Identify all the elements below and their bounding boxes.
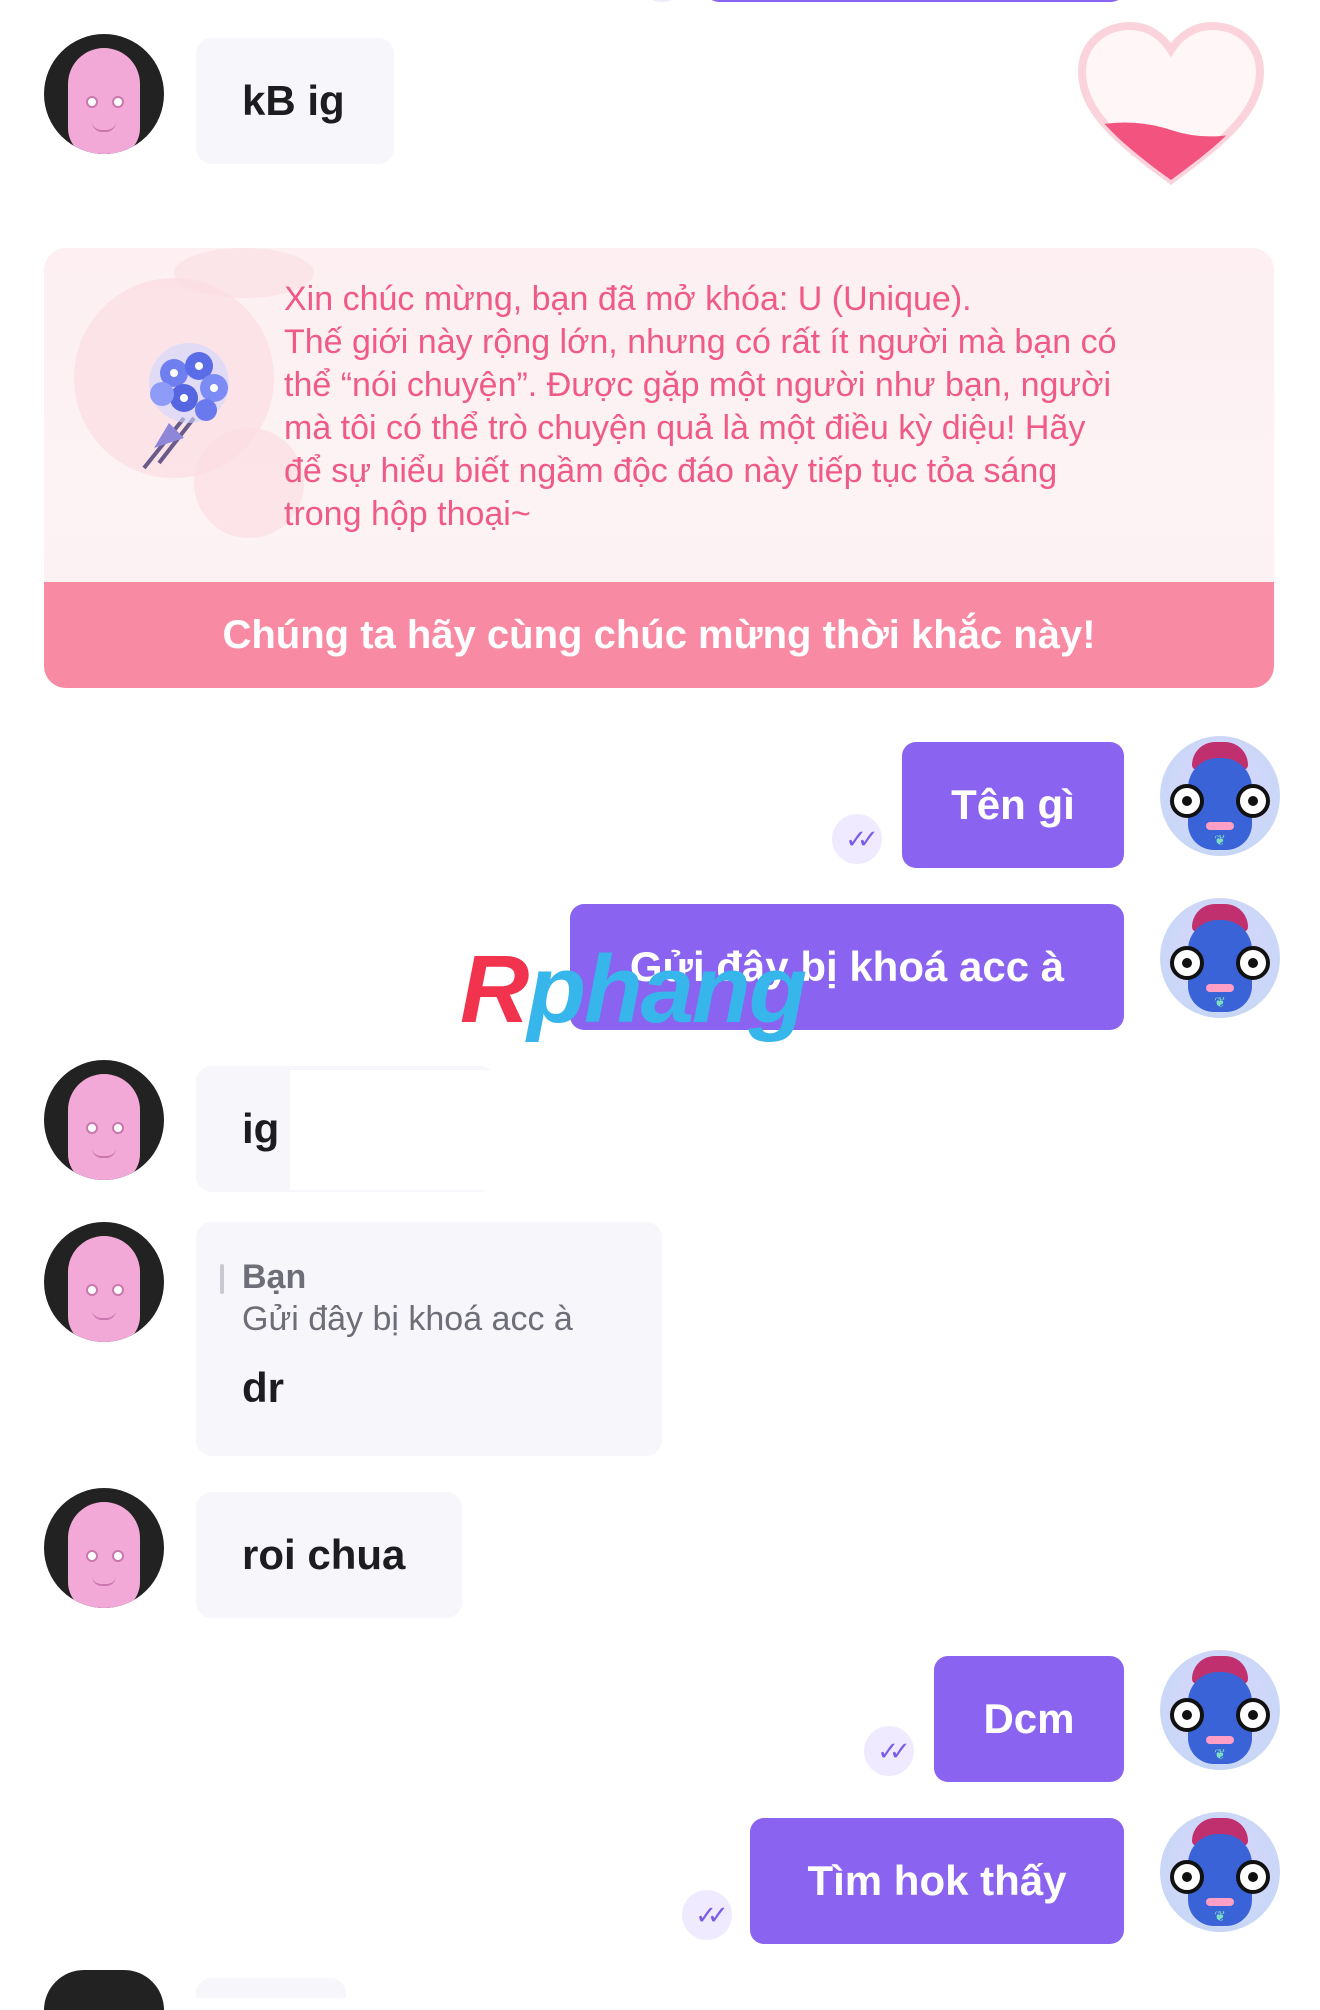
incoming-message-bubble[interactable]: roi chua [196,1492,462,1618]
message-text: roi chua [242,1531,406,1578]
read-receipt-icon [648,0,676,2]
quoted-author: Bạn [242,1258,307,1296]
outgoing-message-bubble[interactable]: Tên gì [902,742,1124,868]
card-message: Xin chúc mừng, bạn đã mở khóa: U (Unique… [284,280,1117,533]
message-text: ig [242,1105,280,1152]
message-text: dr [242,1364,284,1411]
user-avatar[interactable]: ❦ [1160,1650,1280,1770]
quoted-text: Gửi đây bị khoá acc à [242,1300,573,1338]
contact-avatar[interactable] [44,1970,164,2010]
contact-avatar[interactable] [44,1222,164,1342]
flower-bouquet-icon [114,328,284,478]
redaction-block [290,1070,670,1190]
unlock-celebration-card: Xin chúc mừng, bạn đã mở khóa: U (Unique… [44,248,1274,688]
incoming-message-bubble[interactable] [196,1978,346,1998]
contact-avatar[interactable] [44,1060,164,1180]
user-avatar[interactable]: ❦ [1160,1812,1280,1932]
contact-avatar[interactable] [44,34,164,154]
double-check-icon: ✓✓ [832,814,882,864]
double-check-icon: ✓✓ [864,1726,914,1776]
message-text: kB ig [242,77,345,124]
outgoing-message-bubble[interactable]: Tìm hok thấy [750,1818,1124,1944]
user-avatar[interactable]: ❦ [1160,736,1280,856]
user-avatar[interactable]: ❦ [1160,898,1280,1018]
quote-bar [220,1264,224,1294]
watermark-logo: Rphang [460,936,807,1043]
previous-outgoing-bubble [705,0,1125,2]
message-text: Tìm hok thấy [807,1857,1067,1904]
outgoing-message-bubble[interactable]: Dcm [934,1656,1124,1782]
double-check-icon: ✓✓ [682,1890,732,1940]
incoming-message-bubble[interactable]: kB ig [196,38,394,164]
heart-meter-icon[interactable] [1076,20,1266,190]
incoming-reply-bubble[interactable]: Bạn Gửi đây bị khoá acc à dr [196,1222,662,1456]
contact-avatar[interactable] [44,1488,164,1608]
message-text: Dcm [983,1695,1075,1742]
celebrate-banner-button[interactable]: Chúng ta hãy cùng chúc mừng thời khắc nà… [44,582,1274,688]
message-text: Tên gì [951,781,1075,828]
